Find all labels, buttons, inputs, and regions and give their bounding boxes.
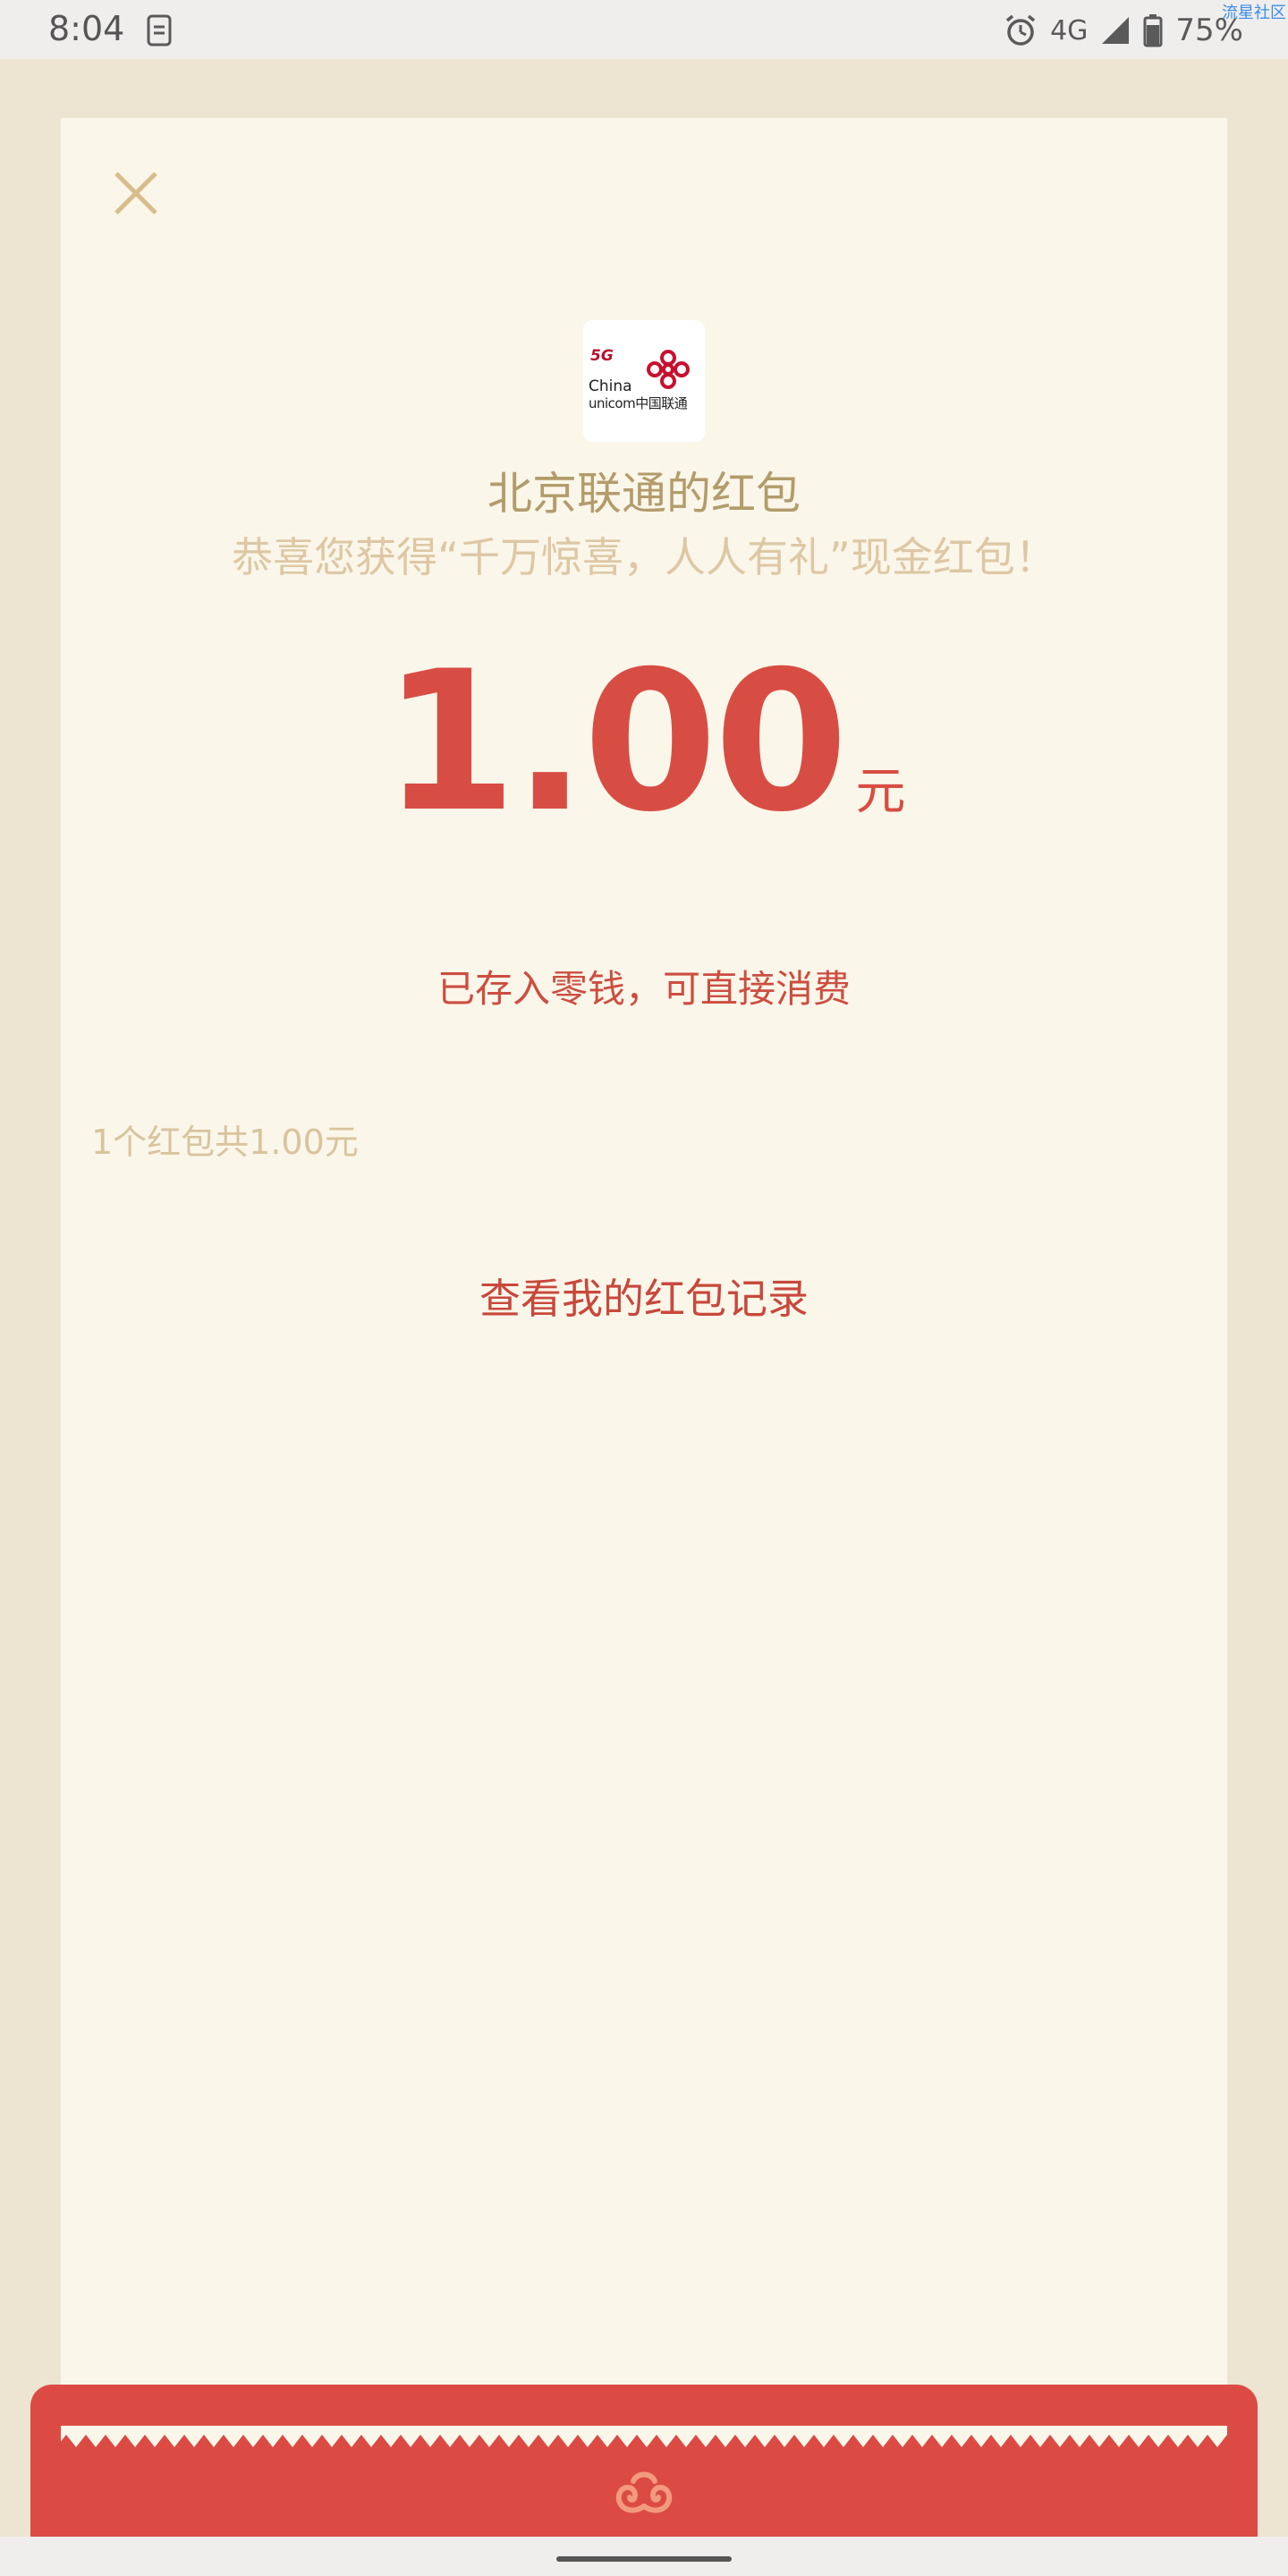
close-icon[interactable] — [104, 161, 168, 225]
packet-summary: 1个红包共1.00元 — [91, 1123, 359, 1162]
signal-icon — [1102, 17, 1130, 44]
battery-icon — [1143, 14, 1163, 47]
view-records-link[interactable]: 查看我的红包记录 — [61, 1267, 1227, 1326]
watermark: 流星社区 — [1222, 4, 1286, 22]
sender-logo: 5G China unicom中国联通 — [583, 320, 705, 442]
status-bar: 8:04 4G 75% 流星社区 — [0, 0, 1288, 59]
zigzag-edge — [61, 2426, 1227, 2447]
status-time: 8:04 — [48, 9, 125, 48]
logo-5g-mark: 5G — [590, 347, 614, 365]
amount-display: 1.00 元 — [61, 646, 1227, 839]
packet-title: 北京联通的红包 — [487, 468, 801, 520]
home-indicator[interactable] — [556, 2556, 732, 2562]
amount-note: 已存入零钱，可直接消费 — [436, 967, 851, 1011]
amount-value: 1.00 — [382, 630, 849, 854]
amount-unit: 元 — [855, 763, 906, 821]
packet-subtitle: 恭喜您获得“千万惊喜，人人有礼”现金红包！ — [232, 533, 1056, 581]
logo-china-text: China — [589, 377, 632, 395]
status-indicators: 4G 75% — [1004, 11, 1243, 50]
auspicious-cloud-icon — [615, 2471, 673, 2513]
unicom-knot-icon — [647, 350, 690, 389]
network-type: 4G — [1050, 14, 1089, 47]
red-packet-card: 5G China unicom中国联通 北京联通的红包 恭喜您获得“千万惊喜，人… — [61, 118, 1227, 2444]
document-notification-icon — [147, 14, 172, 47]
alarm-icon — [1005, 14, 1036, 46]
logo-unicom-text: unicom中国联通 — [589, 395, 688, 411]
